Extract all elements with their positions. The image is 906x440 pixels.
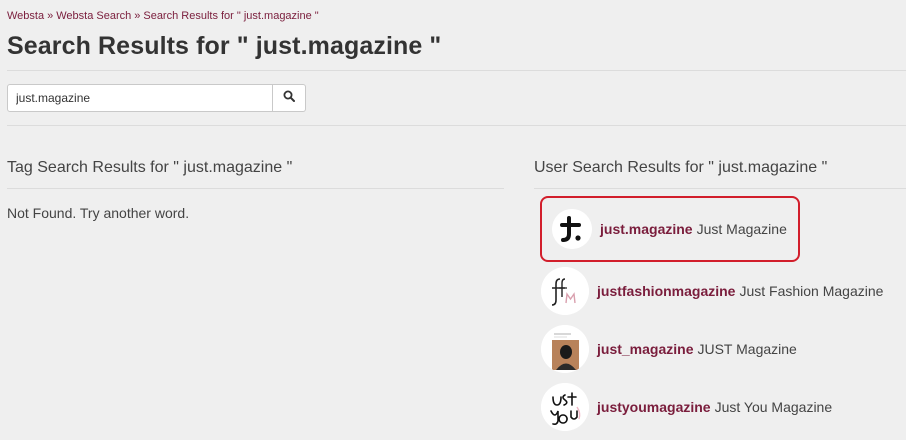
avatar[interactable] [541,325,589,373]
user-fullname: Just Magazine [696,221,787,237]
user-fullname: Just You Magazine [714,399,833,415]
breadcrumb-link-current[interactable]: Search Results for " just.magazine " [143,10,318,22]
divider [7,188,504,189]
user-result-item[interactable]: justfashionmagazine Just Fashion Magazine [540,258,883,324]
divider [7,125,906,126]
user-handle-link[interactable]: just_magazine [597,341,693,357]
not-found-message: Not Found. Try another word. [7,205,190,221]
avatar[interactable] [541,267,589,315]
tag-results-heading: Tag Search Results for " just.magazine " [7,159,293,176]
breadcrumb-separator: » [134,10,141,22]
user-result-item[interactable]: justyoumagazine Just You Magazine [540,374,832,440]
breadcrumb-link-websta[interactable]: Websta [7,10,44,22]
user-results-heading: User Search Results for " just.magazine … [534,159,828,176]
avatar[interactable] [541,383,589,431]
user-result-item[interactable]: just_magazine JUST Magazine [540,316,800,382]
divider [534,188,906,189]
user-handle-link[interactable]: just.magazine [600,221,693,237]
user-result-item[interactable]: just.magazine Just Magazine [540,196,800,262]
page-title: Search Results for " just.magazine " [7,32,442,60]
search-button[interactable] [273,84,306,112]
breadcrumb: Websta» Websta Search» Search Results for … [7,10,319,22]
user-handle-link[interactable]: justfashionmagazine [597,283,735,299]
user-handle-link[interactable]: justyoumagazine [597,399,711,415]
avatar[interactable] [552,209,592,249]
user-fullname: Just Fashion Magazine [739,283,884,299]
divider [7,70,906,71]
breadcrumb-link-websta-search[interactable]: Websta Search [56,10,131,22]
search-icon [283,89,295,107]
user-fullname: JUST Magazine [697,341,797,357]
breadcrumb-separator: » [47,10,54,22]
search-input[interactable] [7,84,273,112]
